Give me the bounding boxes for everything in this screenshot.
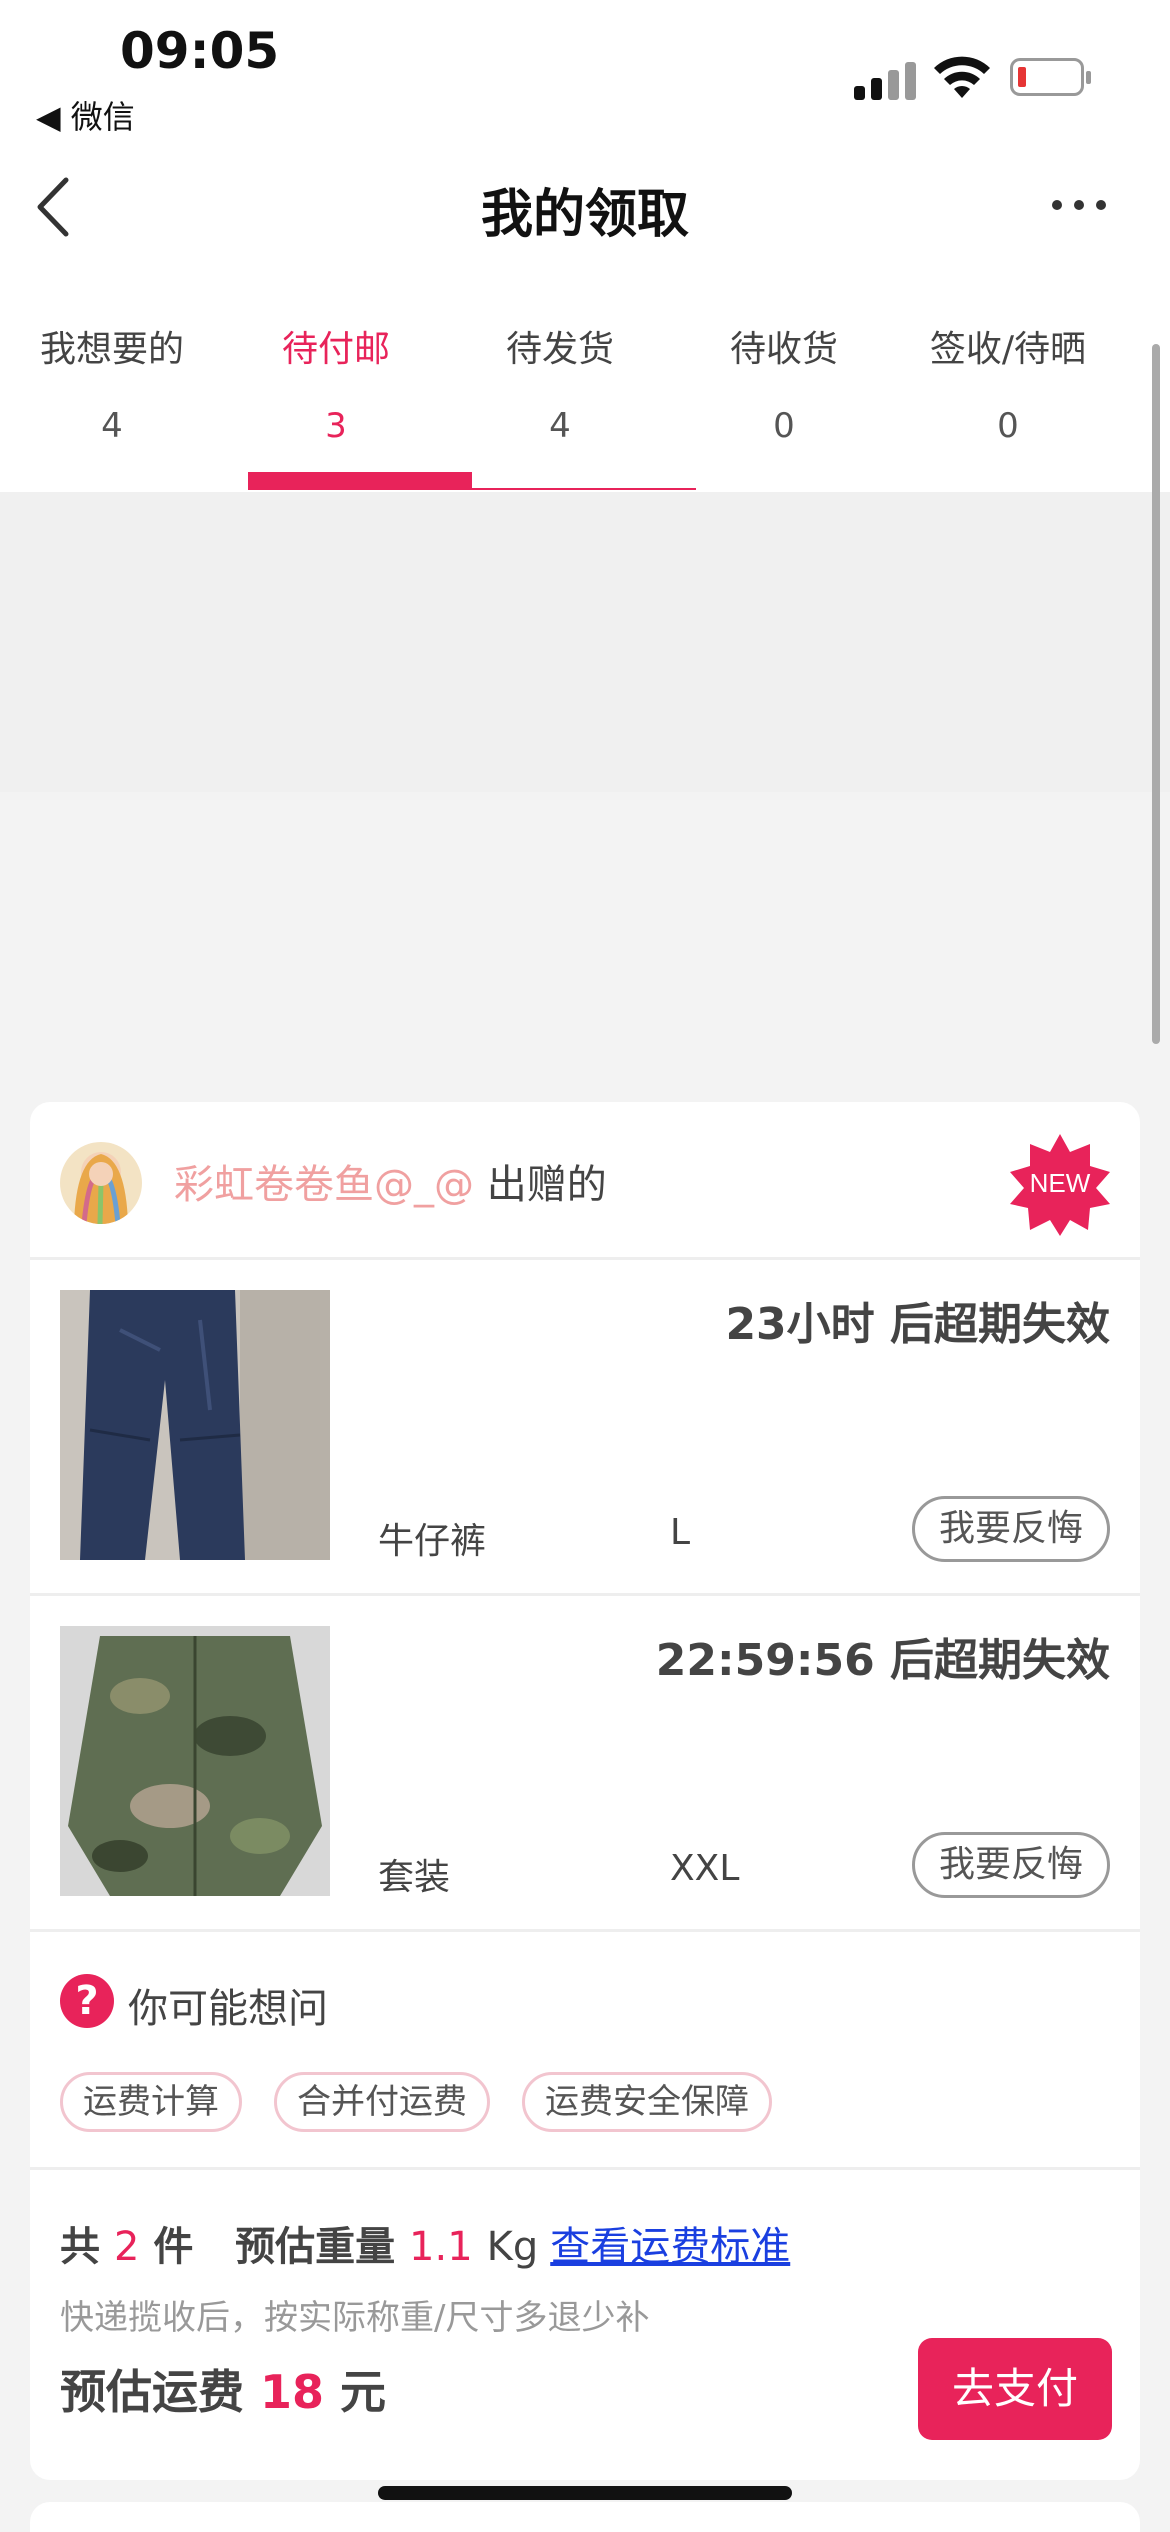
fee-unit: 元 <box>340 2365 387 2419</box>
tab-count: 4 <box>549 406 571 446</box>
faq-chip-merge-shipping[interactable]: 合并付运费 <box>274 2072 490 2132</box>
tab-received-review[interactable]: 签收/待晒 0 <box>896 320 1120 492</box>
empty-banner-area <box>0 492 1170 792</box>
item-size: L <box>670 1512 691 1553</box>
next-order-card <box>30 2502 1140 2532</box>
wifi-icon <box>934 56 990 98</box>
home-indicator[interactable] <box>378 2486 792 2500</box>
back-to-wechat-link[interactable]: ◀ 微信 <box>36 92 135 138</box>
list-item[interactable]: 22:59:56 后超期失效 套装 XXL 我要反悔 <box>30 1596 1140 1932</box>
tab-wanted[interactable]: 我想要的 4 <box>0 320 224 492</box>
pay-button[interactable]: 去支付 <box>918 2338 1112 2440</box>
tab-label: 我想要的 <box>39 329 184 370</box>
summary-line: 共 2 件 预估重量 1.1 Kg 查看运费标准 <box>60 2214 790 2272</box>
status-tabs: 我想要的 4 待付邮 3 待发货 4 待收货 0 签收/待晒 0 <box>0 320 1170 492</box>
fee-value: 18 <box>260 2365 325 2419</box>
status-time: 09:05 <box>120 22 280 80</box>
total-count: 2 <box>113 2224 140 2270</box>
total-suffix: 件 <box>153 2224 194 2270</box>
regret-button[interactable]: 我要反悔 <box>912 1496 1110 1562</box>
faq-section: ? 你可能想问 运费计算 合并付运费 运费安全保障 <box>30 1932 1140 2170</box>
expiry-timer: 23小时 后超期失效 <box>725 1299 1110 1350</box>
new-badge-text: NEW <box>1030 1168 1091 1198</box>
tab-pending-receipt[interactable]: 待收货 0 <box>672 320 896 492</box>
scrollbar[interactable] <box>1152 344 1160 1044</box>
card-header: 彩虹卷卷鱼@_@ 出赠的 NEW <box>30 1102 1140 1260</box>
item-photo-jeans[interactable] <box>60 1290 330 1560</box>
faq-chip-shipping-guarantee[interactable]: 运费安全保障 <box>522 2072 772 2132</box>
tab-count: 3 <box>325 406 347 446</box>
more-icon[interactable] <box>1052 196 1108 216</box>
donor-name[interactable]: 彩虹卷卷鱼@_@ <box>174 1162 474 1208</box>
active-tab-indicator <box>248 472 472 490</box>
item-name: 牛仔裤 <box>378 1521 487 1562</box>
tab-count: 0 <box>997 406 1019 446</box>
order-summary: 共 2 件 预估重量 1.1 Kg 查看运费标准 快递揽收后，按实际称重/尺寸多退… <box>30 2170 1140 2480</box>
item-size: XXL <box>670 1848 740 1889</box>
total-prefix: 共 <box>60 2224 100 2270</box>
signal-icon <box>854 60 918 100</box>
tab-pending-postage[interactable]: 待付邮 3 <box>224 320 448 492</box>
tab-label: 待收货 <box>729 329 838 370</box>
weight-unit: Kg <box>486 2224 539 2270</box>
list-item[interactable]: 23小时 后超期失效 牛仔裤 L 我要反悔 <box>30 1260 1140 1596</box>
item-photo-camo-suit[interactable] <box>60 1626 330 1896</box>
regret-button[interactable]: 我要反悔 <box>912 1832 1110 1898</box>
tab-label: 签收/待晒 <box>929 329 1087 370</box>
battery-icon <box>1010 58 1091 96</box>
faq-chips: 运费计算 合并付运费 运费安全保障 <box>60 2072 804 2132</box>
fee-label: 预估运费 <box>60 2365 244 2419</box>
tab-pending-shipment[interactable]: 待发货 4 <box>448 320 672 492</box>
weight-label: 预估重量 <box>235 2224 396 2270</box>
summary-note: 快递揽收后，按实际称重/尺寸多退少补 <box>60 2298 650 2338</box>
shipping-standard-link[interactable]: 查看运费标准 <box>550 2224 790 2270</box>
item-name: 套装 <box>378 1857 451 1898</box>
question-icon: ? <box>60 1974 114 2028</box>
donor-avatar[interactable] <box>60 1142 142 1224</box>
page-title: 我的领取 <box>480 185 689 245</box>
weight-value: 1.1 <box>409 2224 473 2270</box>
order-card: 彩虹卷卷鱼@_@ 出赠的 NEW 23小时 后超期失效 牛仔裤 L 我要反悔 2… <box>30 1102 1140 2480</box>
donor-line: 彩虹卷卷鱼@_@ 出赠的 <box>174 1152 607 1210</box>
donor-suffix: 出赠的 <box>474 1162 607 1208</box>
new-badge: NEW <box>1010 1134 1110 1236</box>
faq-chip-shipping-calc[interactable]: 运费计算 <box>60 2072 242 2132</box>
tab-count: 4 <box>101 406 123 446</box>
tab-label: 待付邮 <box>281 329 390 370</box>
tab-count: 0 <box>773 406 795 446</box>
faq-title: 你可能想问 <box>128 1986 328 2032</box>
expiry-timer: 22:59:56 后超期失效 <box>655 1635 1110 1686</box>
tab-label: 待发货 <box>505 329 614 370</box>
tab-divider-line <box>472 488 696 490</box>
estimated-fee: 预估运费 18 元 <box>60 2356 386 2422</box>
